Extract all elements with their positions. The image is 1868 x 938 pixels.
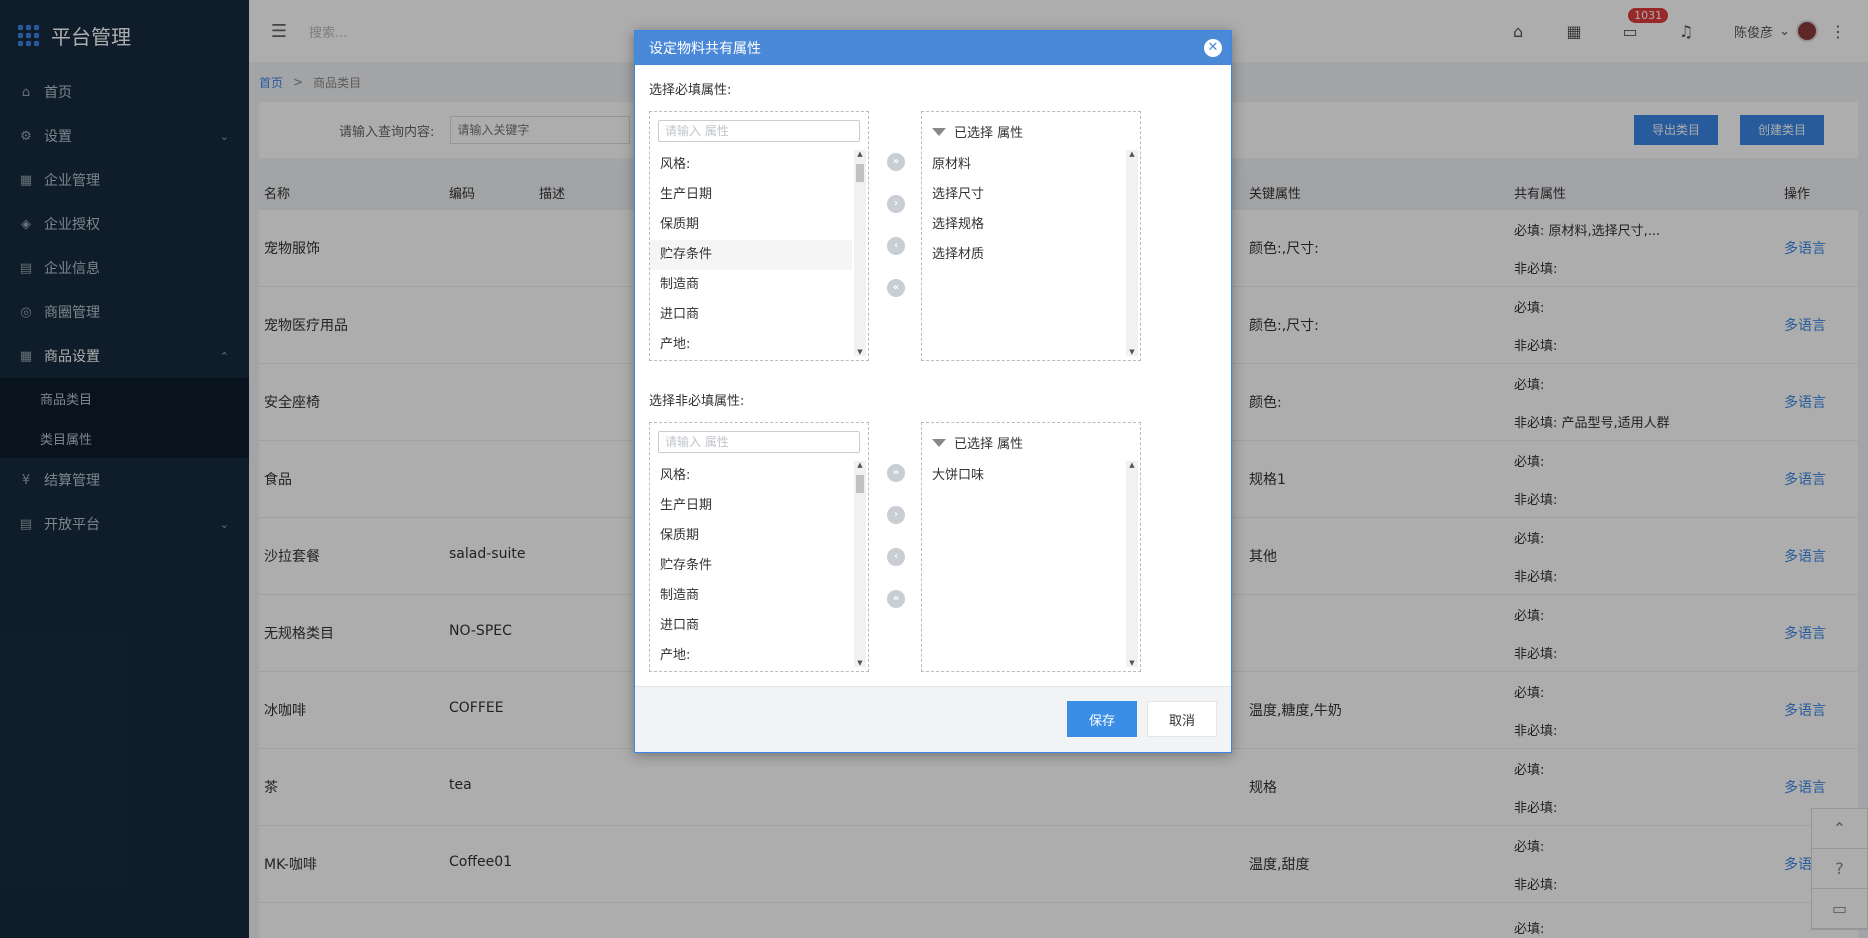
selected-header: 已选择 属性 (932, 433, 1023, 452)
cancel-button[interactable]: 取消 (1147, 701, 1217, 737)
move-all-left-icon[interactable]: « (887, 590, 905, 608)
list-item[interactable]: 贮存条件 (650, 240, 852, 270)
close-icon[interactable]: ✕ (1204, 39, 1222, 57)
optional-attr-search-input[interactable]: 请输入 属性 (658, 431, 860, 453)
scrollbar[interactable]: ▲ ▼ (1126, 150, 1138, 356)
list-item[interactable]: 生产日期 (650, 180, 852, 210)
list-item[interactable]: 产地: (650, 641, 852, 671)
optional-section-label: 选择非必填属性: (649, 394, 745, 409)
scroll-down-icon[interactable]: ▼ (1126, 348, 1138, 356)
list-item[interactable]: 进口商 (650, 611, 852, 641)
required-section-label: 选择必填属性: (649, 83, 732, 98)
list-item[interactable]: 生产日期 (650, 491, 852, 521)
selected-header-label: 已选择 属性 (954, 437, 1024, 452)
scroll-down-icon[interactable]: ▼ (854, 348, 866, 356)
scrollbar[interactable]: ▲ ▼ (854, 461, 866, 667)
dialog-title: 设定物料共有属性 (649, 41, 761, 57)
required-transfer-buttons: » › ‹ « (887, 153, 907, 321)
list-item[interactable]: 选择规格 (922, 210, 1124, 240)
selected-list: 大饼口味 (922, 461, 1124, 671)
optional-transfer-buttons: » › ‹ « (887, 464, 907, 632)
move-left-icon[interactable]: ‹ (887, 237, 905, 255)
list-item[interactable]: 风格: (650, 461, 852, 491)
selected-header: 已选择 属性 (932, 122, 1023, 141)
scroll-down-icon[interactable]: ▼ (1126, 659, 1138, 667)
list-item[interactable]: 进口商 (650, 300, 852, 330)
list-item[interactable]: 制造商 (650, 581, 852, 611)
caret-down-icon (932, 127, 946, 136)
scrollbar[interactable]: ▲ ▼ (854, 150, 866, 356)
optional-available-list: 请输入 属性 风格: 生产日期 保质期 贮存条件 制造商 进口商 产地: ▲ ▼ (649, 422, 869, 672)
move-right-icon[interactable]: › (887, 195, 905, 213)
required-available-list: 请输入 属性 风格: 生产日期 保质期 贮存条件 制造商 进口商 产地: ▲ ▼ (649, 111, 869, 361)
dialog-body: 选择必填属性: 请输入 属性 风格: 生产日期 保质期 贮存条件 制造商 进口商… (635, 65, 1231, 686)
scrollbar[interactable]: ▲ ▼ (1126, 461, 1138, 667)
list-item[interactable]: 风格: (650, 150, 852, 180)
save-button[interactable]: 保存 (1067, 701, 1137, 737)
caret-down-icon (932, 438, 946, 447)
scroll-up-icon[interactable]: ▲ (854, 461, 866, 469)
list-item[interactable]: 制造商 (650, 270, 852, 300)
dialog-title-bar: 设定物料共有属性 ✕ (635, 31, 1231, 65)
list-item[interactable]: 原材料 (922, 150, 1124, 180)
scroll-up-icon[interactable]: ▲ (854, 150, 866, 158)
common-attributes-dialog: 设定物料共有属性 ✕ 选择必填属性: 请输入 属性 风格: 生产日期 保质期 贮… (634, 30, 1232, 753)
list-item[interactable]: 产地: (650, 330, 852, 360)
optional-selected-list: 已选择 属性 大饼口味 ▲ ▼ (921, 422, 1141, 672)
list-item[interactable]: 大饼口味 (922, 461, 1124, 491)
scroll-thumb[interactable] (856, 475, 864, 493)
required-attr-search-input[interactable]: 请输入 属性 (658, 120, 860, 142)
list-item[interactable]: 选择尺寸 (922, 180, 1124, 210)
move-right-icon[interactable]: › (887, 506, 905, 524)
list-item[interactable]: 保质期 (650, 210, 852, 240)
list-item[interactable]: 选择材质 (922, 240, 1124, 270)
list-item[interactable]: 贮存条件 (650, 551, 852, 581)
move-all-right-icon[interactable]: » (887, 464, 905, 482)
scroll-thumb[interactable] (856, 164, 864, 182)
list-item[interactable]: 保质期 (650, 521, 852, 551)
move-all-left-icon[interactable]: « (887, 279, 905, 297)
selected-header-label: 已选择 属性 (954, 126, 1024, 141)
dialog-footer: 保存 取消 (635, 686, 1231, 752)
required-selected-list: 已选择 属性 原材料 选择尺寸 选择规格 选择材质 ▲ ▼ (921, 111, 1141, 361)
move-left-icon[interactable]: ‹ (887, 548, 905, 566)
scroll-up-icon[interactable]: ▲ (1126, 461, 1138, 469)
move-all-right-icon[interactable]: » (887, 153, 905, 171)
scroll-up-icon[interactable]: ▲ (1126, 150, 1138, 158)
selected-list: 原材料 选择尺寸 选择规格 选择材质 (922, 150, 1124, 360)
available-list: 风格: 生产日期 保质期 贮存条件 制造商 进口商 产地: (650, 461, 852, 671)
scroll-down-icon[interactable]: ▼ (854, 659, 866, 667)
available-list: 风格: 生产日期 保质期 贮存条件 制造商 进口商 产地: (650, 150, 852, 360)
